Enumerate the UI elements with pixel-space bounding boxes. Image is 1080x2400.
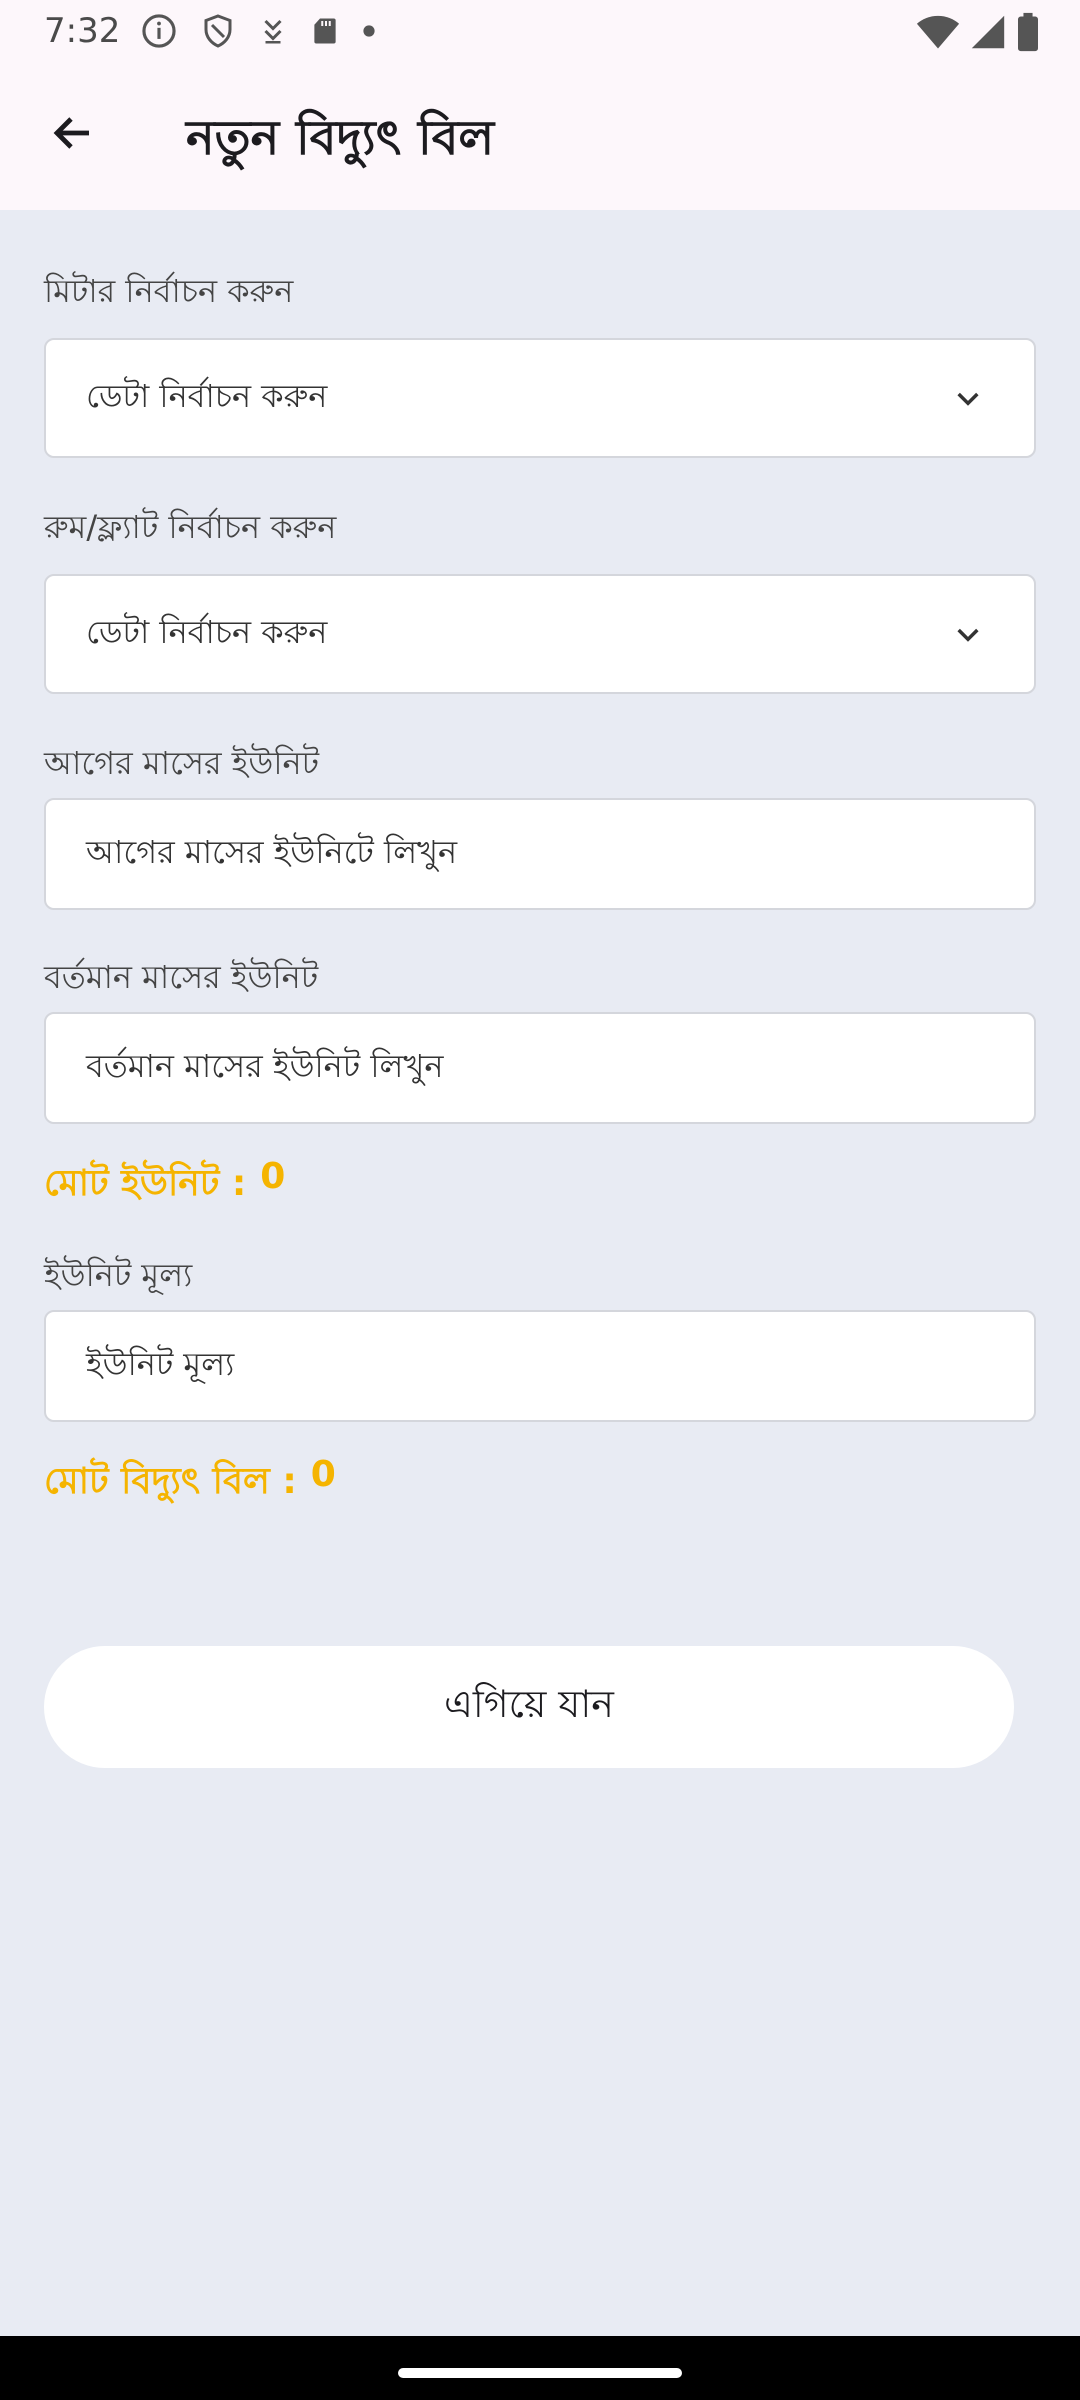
current-unit-input[interactable]: বর্তমান মাসের ইউনিট লিখুন	[44, 1012, 1036, 1124]
back-button[interactable]	[40, 102, 106, 168]
status-bar: 7:32	[0, 0, 1080, 62]
battery-icon	[1016, 12, 1040, 52]
download-icon	[258, 14, 288, 48]
previous-unit-placeholder: আগের মাসের ইউনিটে লিখুন	[86, 833, 458, 871]
previous-unit-input[interactable]: আগের মাসের ইউনিটে লিখুন	[44, 798, 1036, 910]
total-unit-value: 0	[260, 1156, 286, 1197]
status-icons-left	[140, 12, 376, 50]
app-bar: নতুন বিদ্যুৎ বিল	[0, 62, 1080, 210]
shield-icon	[200, 12, 236, 50]
sd-card-icon	[310, 14, 340, 48]
dot-icon	[362, 24, 376, 38]
home-indicator[interactable]	[398, 2368, 682, 2378]
page-title: নতুন বিদ্যুৎ বিল	[186, 110, 495, 166]
meter-select-value: ডেটা নির্বাচন করুন	[86, 377, 328, 415]
chevron-down-icon	[950, 380, 986, 416]
total-bill: মোট বিদ্যুৎ বিল : 0	[44, 1454, 336, 1514]
total-unit-label: মোট ইউনিট :	[44, 1163, 247, 1204]
unit-price-label: ইউনিট মূল্য	[44, 1256, 193, 1294]
room-label: রুম/ফ্ল্যাট নির্বাচন করুন	[44, 508, 337, 546]
chevron-down-icon	[950, 616, 986, 652]
info-icon	[140, 12, 178, 50]
unit-price-placeholder: ইউনিট মূল্য	[86, 1345, 235, 1383]
unit-price-input[interactable]: ইউনিট মূল্য	[44, 1310, 1036, 1422]
total-bill-value: 0	[310, 1454, 336, 1495]
total-bill-label: মোট বিদ্যুৎ বিল :	[44, 1461, 297, 1502]
arrow-back-icon	[49, 109, 97, 161]
current-unit-label: বর্তমান মাসের ইউনিট	[44, 958, 319, 996]
signal-icon	[970, 13, 1006, 51]
wifi-icon	[916, 13, 960, 51]
room-select[interactable]: ডেটা নির্বাচন করুন	[44, 574, 1036, 694]
previous-unit-label: আগের মাসের ইউনিট	[44, 744, 320, 782]
total-unit: মোট ইউনিট : 0	[44, 1156, 285, 1216]
status-time: 7:32	[44, 11, 121, 51]
meter-select[interactable]: ডেটা নির্বাচন করুন	[44, 338, 1036, 458]
room-select-value: ডেটা নির্বাচন করুন	[86, 613, 328, 651]
proceed-button[interactable]: এগিয়ে যান	[44, 1646, 1014, 1768]
current-unit-placeholder: বর্তমান মাসের ইউনিট লিখুন	[86, 1047, 444, 1085]
meter-label: মিটার নির্বাচন করুন	[44, 272, 294, 310]
status-icons-right	[916, 12, 1040, 52]
